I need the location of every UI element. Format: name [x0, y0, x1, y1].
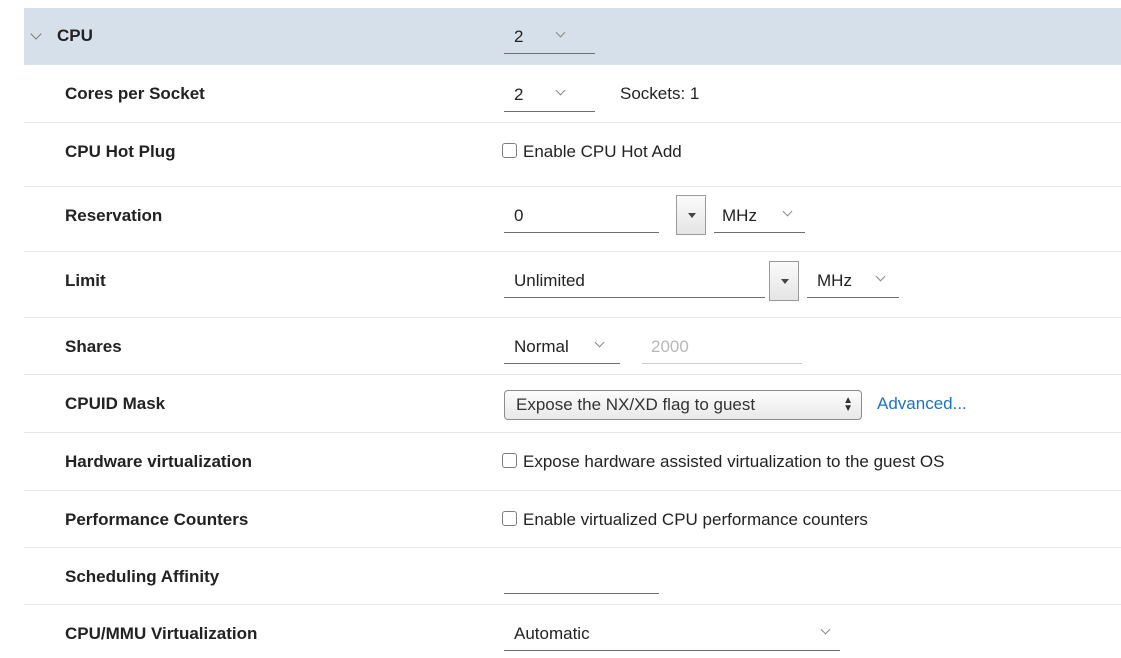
reservation-preset-dropdown[interactable]	[676, 195, 706, 235]
scheduling-affinity-row: Scheduling Affinity	[24, 547, 1121, 605]
limit-label: Limit	[65, 271, 106, 290]
cores-per-socket-row: Cores per Socket 2 Sockets: 1	[24, 65, 1121, 123]
chevron-down-icon	[555, 27, 566, 38]
hardware-virtualization-label: Hardware virtualization	[65, 452, 253, 471]
up-down-arrows-icon: ▲ ▼	[843, 395, 853, 414]
cpuid-mask-select[interactable]: Expose the NX/XD flag to guest ▲ ▼	[504, 390, 862, 420]
cpuid-mask-row: CPUID Mask Expose the NX/XD flag to gues…	[24, 374, 1121, 433]
cpu-mmu-virtualization-value: Automatic	[514, 624, 590, 643]
shares-value-input: 2000	[642, 331, 802, 364]
cpuid-advanced-link[interactable]: Advanced...	[877, 394, 967, 414]
performance-counters-label: Performance Counters	[65, 510, 249, 529]
chevron-down-icon	[782, 206, 793, 217]
limit-input[interactable]: Unlimited	[504, 265, 765, 298]
cores-per-socket-value: 2	[514, 85, 524, 104]
reservation-label: Reservation	[65, 206, 163, 225]
cpu-mmu-virtualization-row: CPU/MMU Virtualization Automatic	[24, 604, 1121, 658]
enable-cpu-hot-add-label: Enable CPU Hot Add	[523, 142, 682, 161]
enable-perf-counters-checkbox[interactable]: Enable virtualized CPU performance count…	[502, 510, 868, 530]
chevron-down-icon	[820, 624, 831, 635]
triangle-down-icon	[781, 279, 789, 284]
triangle-down-icon	[688, 213, 696, 218]
reservation-value: 0	[514, 206, 524, 225]
enable-cpu-hot-add-checkbox[interactable]: Enable CPU Hot Add	[502, 142, 682, 162]
cores-per-socket-select[interactable]: 2	[504, 79, 595, 112]
limit-unit-select[interactable]: MHz	[807, 265, 899, 298]
chevron-down-icon	[555, 85, 566, 96]
scheduling-affinity-input[interactable]	[504, 561, 659, 594]
checkbox-icon[interactable]	[502, 511, 517, 526]
reservation-unit-value: MHz	[722, 206, 757, 225]
cpuid-mask-value: Expose the NX/XD flag to guest	[516, 395, 756, 414]
expose-hw-virtualization-label: Expose hardware assisted virtualization …	[523, 452, 945, 471]
reservation-input[interactable]: 0	[504, 200, 659, 233]
cpu-hot-plug-row: CPU Hot Plug Enable CPU Hot Add	[24, 122, 1121, 187]
shares-row: Shares Normal 2000	[24, 317, 1121, 375]
cpu-count-value: 2	[514, 27, 524, 46]
hardware-virtualization-row: Hardware virtualization Expose hardware …	[24, 432, 1121, 491]
chevron-down-icon	[875, 271, 886, 282]
cpu-mmu-virtualization-select[interactable]: Automatic	[504, 618, 840, 651]
limit-row: Limit Unlimited MHz	[24, 251, 1121, 318]
reservation-unit-select[interactable]: MHz	[714, 200, 805, 233]
cpu-label: CPU	[57, 26, 93, 45]
chevron-down-icon	[594, 337, 605, 348]
cpu-settings-panel: CPU 2 Cores per Socket 2 Sockets: 1 CPU …	[0, 0, 1121, 658]
cpu-mmu-virtualization-label: CPU/MMU Virtualization	[65, 624, 258, 643]
cpu-hot-plug-label: CPU Hot Plug	[65, 142, 176, 161]
limit-unit-value: MHz	[817, 271, 852, 290]
cpuid-mask-label: CPUID Mask	[65, 394, 166, 413]
limit-value: Unlimited	[514, 271, 585, 290]
expose-hw-virtualization-checkbox[interactable]: Expose hardware assisted virtualization …	[502, 452, 944, 472]
checkbox-icon[interactable]	[502, 453, 517, 468]
cores-per-socket-label: Cores per Socket	[65, 84, 205, 103]
shares-level-select[interactable]: Normal	[504, 331, 620, 364]
performance-counters-row: Performance Counters Enable virtualized …	[24, 490, 1121, 548]
cpu-count-select[interactable]: 2	[504, 21, 595, 54]
shares-level-value: Normal	[514, 337, 569, 356]
sockets-text: Sockets: 1	[620, 84, 700, 103]
checkbox-icon[interactable]	[502, 143, 517, 158]
cpu-section-header[interactable]: CPU 2	[24, 8, 1121, 65]
reservation-row: Reservation 0 MHz	[24, 186, 1121, 252]
limit-preset-dropdown[interactable]	[769, 261, 799, 301]
expand-chevron-icon[interactable]	[30, 28, 42, 40]
shares-value: 2000	[651, 337, 689, 356]
enable-perf-counters-label: Enable virtualized CPU performance count…	[523, 510, 868, 529]
scheduling-affinity-label: Scheduling Affinity	[65, 567, 220, 586]
shares-label: Shares	[65, 337, 122, 356]
